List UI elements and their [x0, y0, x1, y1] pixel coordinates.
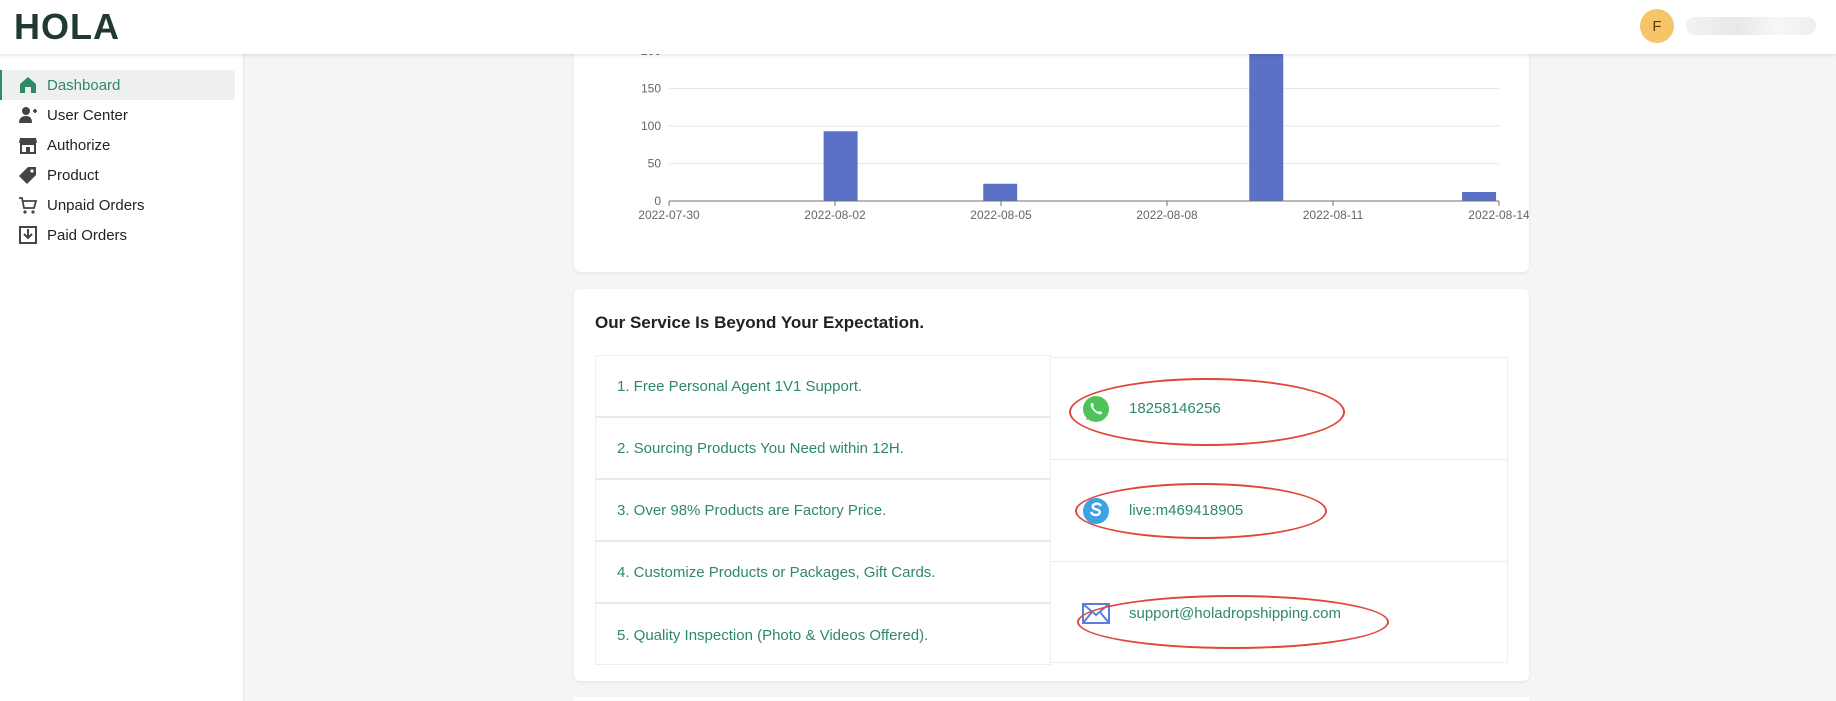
feature-item: 4. Customize Products or Packages, Gift … [596, 542, 1050, 604]
feature-item: 2. Sourcing Products You Need within 12H… [596, 418, 1050, 480]
sidebar-item-label: Product [47, 166, 99, 184]
sidebar-item-label: Dashboard [47, 76, 121, 94]
sidebar-item-paid-orders[interactable]: Paid Orders [0, 220, 235, 250]
feature-list: 1. Free Personal Agent 1V1 Support. 2. S… [595, 355, 1051, 665]
orders-bar-chart: 0501001502002022-07-302022-08-022022-08-… [638, 44, 1529, 222]
user-menu[interactable]: F [1640, 8, 1816, 44]
sidebar-item-product[interactable]: Product [0, 160, 235, 190]
svg-text:HOLA: HOLA [14, 6, 120, 46]
sidebar-item-label: Unpaid Orders [47, 196, 145, 214]
mail-icon [1081, 598, 1111, 628]
sidebar-item-label: Authorize [47, 136, 111, 154]
service-card: Our Service Is Beyond Your Expectation. … [574, 289, 1529, 681]
contact-value[interactable]: 18258146256 [1129, 400, 1221, 417]
service-title: Our Service Is Beyond Your Expectation. [595, 313, 925, 332]
contact-value[interactable]: live:m469418905 [1129, 502, 1243, 519]
contact-whatsapp[interactable]: 18258146256 [1051, 358, 1507, 460]
store-icon [18, 135, 38, 155]
x-tick-label: 2022-08-02 [804, 208, 866, 222]
cart-icon [18, 195, 38, 215]
y-tick-label: 150 [641, 82, 661, 96]
whatsapp-icon [1081, 394, 1111, 424]
sidebar-item-label: User Center [47, 106, 128, 124]
contact-value[interactable]: support@holadropshipping.com [1129, 605, 1341, 622]
tag-icon [18, 165, 38, 185]
feature-item: 5. Quality Inspection (Photo & Videos Of… [617, 626, 929, 644]
user-add-icon [18, 105, 38, 125]
sidebar-item-label: Paid Orders [47, 226, 128, 244]
x-tick-label: 2022-08-14 [1468, 208, 1529, 222]
sidebar-menu: Dashboard User Center Authorize Product … [0, 54, 243, 250]
contact-skype[interactable]: live:m469418905 [1051, 460, 1507, 562]
sidebar: Dashboard User Center Authorize Product … [0, 54, 244, 701]
bar [1249, 46, 1284, 201]
x-tick-label: 2022-07-30 [638, 208, 700, 222]
feature-item: 3. Over 98% Products are Factory Price. [596, 480, 1050, 542]
sidebar-item-unpaid-orders[interactable]: Unpaid Orders [0, 190, 235, 220]
user-name-blurred [1686, 17, 1816, 35]
bar [823, 131, 858, 201]
top-header: HOLA F [0, 0, 1836, 54]
hola-logo[interactable]: HOLA [14, 6, 144, 46]
next-card [574, 697, 1529, 701]
download-box-icon [18, 225, 38, 245]
sidebar-item-dashboard[interactable]: Dashboard [0, 70, 235, 100]
contact-list: 18258146256 live:m469418905 support@hola… [1051, 357, 1508, 663]
feature-item: 1. Free Personal Agent 1V1 Support. [596, 356, 1050, 418]
x-tick-label: 2022-08-08 [1136, 208, 1198, 222]
y-tick-label: 50 [648, 157, 662, 171]
annotation-ellipse [1077, 595, 1389, 649]
sidebar-item-user-center[interactable]: User Center [0, 100, 235, 130]
bar [1462, 192, 1497, 201]
skype-icon [1081, 496, 1111, 526]
sidebar-item-authorize[interactable]: Authorize [0, 130, 235, 160]
contact-email[interactable]: support@holadropshipping.com [1051, 562, 1507, 664]
x-tick-label: 2022-08-11 [1303, 208, 1364, 222]
orders-chart-card: 0501001502002022-07-302022-08-022022-08-… [574, 36, 1529, 272]
home-icon [18, 75, 38, 95]
x-tick-label: 2022-08-05 [970, 208, 1032, 222]
y-tick-label: 100 [641, 119, 661, 133]
bar [983, 183, 1018, 201]
y-tick-label: 0 [654, 194, 661, 208]
avatar[interactable]: F [1640, 9, 1674, 43]
